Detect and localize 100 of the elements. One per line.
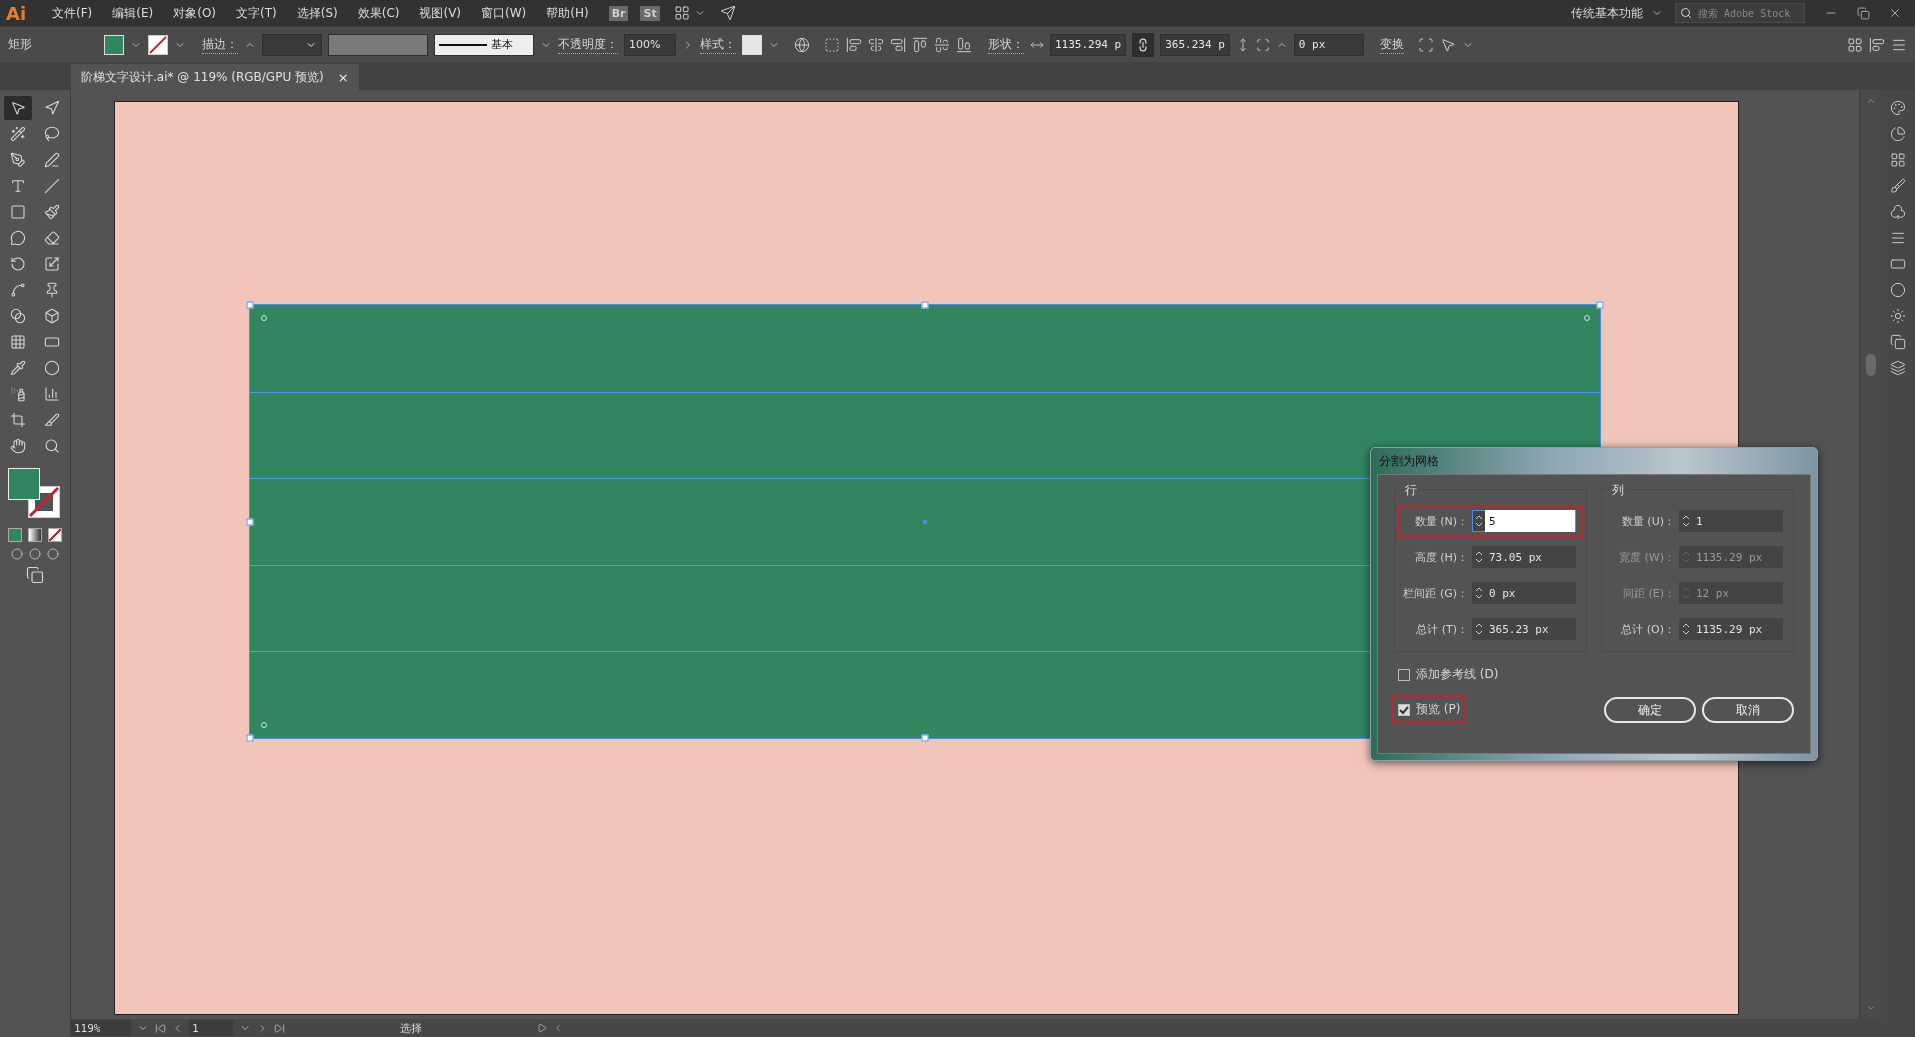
- stroke-lines-icon[interactable]: [1890, 230, 1906, 246]
- align-middle-icon[interactable]: [934, 36, 950, 53]
- group-heading: 行: [1403, 482, 1419, 499]
- selection-handle[interactable]: [921, 301, 929, 309]
- pie-icon[interactable]: [1890, 126, 1906, 142]
- search-field[interactable]: 搜索 Adobe Stock: [1675, 3, 1805, 23]
- zoom-field[interactable]: 119%: [71, 1020, 131, 1036]
- menu-item[interactable]: 对象(O): [165, 4, 225, 22]
- transform-link[interactable]: 变换: [1379, 35, 1404, 54]
- stroke-none-swatch[interactable]: [148, 34, 168, 55]
- color-mode-swatch[interactable]: [8, 528, 22, 542]
- selection-handle[interactable]: [246, 734, 254, 742]
- palette-icon[interactable]: [1890, 100, 1906, 116]
- club-icon[interactable]: [1890, 204, 1906, 220]
- menu-item[interactable]: 帮助(H): [538, 4, 597, 22]
- stepper-icon[interactable]: [1473, 621, 1485, 637]
- screen-mode-icon[interactable]: [26, 566, 44, 584]
- scroll-left-icon[interactable]: [553, 1023, 563, 1033]
- stepper-icon[interactable]: [1473, 549, 1485, 565]
- layers-icon[interactable]: [1890, 360, 1906, 376]
- spinner-field[interactable]: 0 px: [1472, 582, 1576, 604]
- spinner-field[interactable]: 1135.29 px: [1679, 618, 1783, 640]
- width-field[interactable]: 1135.294 p: [1050, 33, 1127, 56]
- spinner-field[interactable]: 1: [1679, 510, 1783, 532]
- paper-plane-icon[interactable]: [719, 5, 736, 21]
- field-label: 总计 (O)：: [1621, 621, 1675, 637]
- graphic-styles-icon[interactable]: [1890, 334, 1906, 350]
- selection-handle[interactable]: [246, 301, 254, 309]
- align-right-icon[interactable]: [890, 36, 906, 53]
- rectangle-icon: [10, 204, 26, 220]
- field-label: 数量 (U)：: [1621, 513, 1675, 529]
- height-field[interactable]: 365.234 p: [1160, 33, 1230, 56]
- corner-radius-field[interactable]: 0 px: [1293, 33, 1364, 56]
- scroll-thumb[interactable]: [1865, 353, 1876, 376]
- document-tab[interactable]: 阶梯文字设计.ai* @ 119% (RGB/GPU 预览) ×: [71, 64, 359, 90]
- workspace-switcher[interactable]: 传统基本功能: [1567, 4, 1647, 22]
- fill-color-swatch[interactable]: [8, 468, 40, 500]
- fill-swatch[interactable]: [104, 34, 124, 55]
- gradient-mode-swatch[interactable]: [28, 528, 42, 542]
- style-swatch[interactable]: [742, 34, 762, 55]
- preview-checkbox[interactable]: 预览 (P): [1394, 697, 1465, 722]
- artboard-number-field[interactable]: 1: [189, 1020, 233, 1036]
- recolor-icon[interactable]: [794, 36, 810, 53]
- cancel-button[interactable]: 取消: [1702, 697, 1794, 723]
- curvature-pen-icon: [44, 152, 60, 168]
- stepper-icon[interactable]: [1680, 513, 1692, 529]
- menu-item[interactable]: 文件(F): [44, 4, 101, 22]
- align-to-icon[interactable]: [824, 36, 840, 53]
- select-similar-icon[interactable]: [1439, 36, 1456, 53]
- close-icon[interactable]: [1888, 6, 1902, 20]
- stroke-profile-dropdown[interactable]: 基本: [434, 33, 534, 56]
- spinner-field[interactable]: 73.05 px: [1472, 546, 1576, 568]
- menu-item[interactable]: 效果(C): [349, 4, 408, 22]
- menu-item[interactable]: 选择(S): [288, 4, 346, 22]
- spinner-field[interactable]: 365.23 px: [1472, 618, 1576, 640]
- stepper-icon[interactable]: [1680, 621, 1692, 637]
- rotate-icon: [10, 256, 26, 272]
- menu-item[interactable]: 编辑(E): [104, 4, 162, 22]
- current-tool-label: 选择: [399, 1020, 423, 1036]
- menu-item[interactable]: 窗口(W): [473, 4, 535, 22]
- stroke-weight-field[interactable]: [262, 33, 322, 56]
- stepper-icon[interactable]: [1473, 585, 1485, 601]
- selection-handle[interactable]: [1596, 301, 1604, 309]
- isolate-icon[interactable]: [1417, 36, 1434, 53]
- center-point: [923, 519, 927, 524]
- menu-item[interactable]: 文字(T): [228, 4, 285, 22]
- symbol-sprayer-icon: [10, 386, 26, 402]
- shape-label: 形状：: [988, 35, 1024, 54]
- align-left-icon[interactable]: [846, 36, 862, 53]
- add-guides-checkbox[interactable]: 添加参考线 (D): [1394, 662, 1503, 687]
- brushes-icon[interactable]: [1890, 178, 1906, 194]
- spinner-field[interactable]: 5: [1472, 510, 1576, 532]
- checkbox[interactable]: [1398, 703, 1410, 716]
- variable-width-dropdown[interactable]: [328, 33, 428, 56]
- checkbox[interactable]: [1398, 668, 1410, 681]
- grid-icon[interactable]: [1847, 36, 1863, 53]
- tool-button[interactable]: [4, 96, 32, 120]
- none-mode-swatch[interactable]: [48, 528, 62, 542]
- pen-icon: [10, 152, 26, 168]
- align-top-icon[interactable]: [912, 36, 928, 53]
- eyedropper-icon: [10, 360, 26, 376]
- align-bottom-icon[interactable]: [956, 36, 972, 53]
- play-icon[interactable]: [537, 1023, 547, 1033]
- selection-handle[interactable]: [921, 734, 929, 742]
- align-center-icon[interactable]: [868, 36, 884, 53]
- first-artboard-icon[interactable]: [155, 1022, 166, 1034]
- last-artboard-icon[interactable]: [274, 1022, 285, 1034]
- restore-icon[interactable]: [1856, 6, 1870, 20]
- selection-handle[interactable]: [246, 518, 254, 525]
- link-proportions-button[interactable]: [1132, 32, 1155, 57]
- ok-button[interactable]: 确定: [1604, 697, 1696, 723]
- stepper-icon[interactable]: [1473, 513, 1485, 529]
- arrange-documents-icon[interactable]: [673, 5, 690, 21]
- arrange-icon[interactable]: [1869, 36, 1885, 53]
- opacity-field[interactable]: 100%: [624, 33, 676, 56]
- menu-item[interactable]: 视图(V): [411, 4, 470, 22]
- swatches-icon[interactable]: [1890, 152, 1906, 168]
- tab-close-button[interactable]: ×: [337, 69, 349, 85]
- group-heading: 列: [1610, 482, 1626, 499]
- corner-icon[interactable]: [1255, 37, 1270, 52]
